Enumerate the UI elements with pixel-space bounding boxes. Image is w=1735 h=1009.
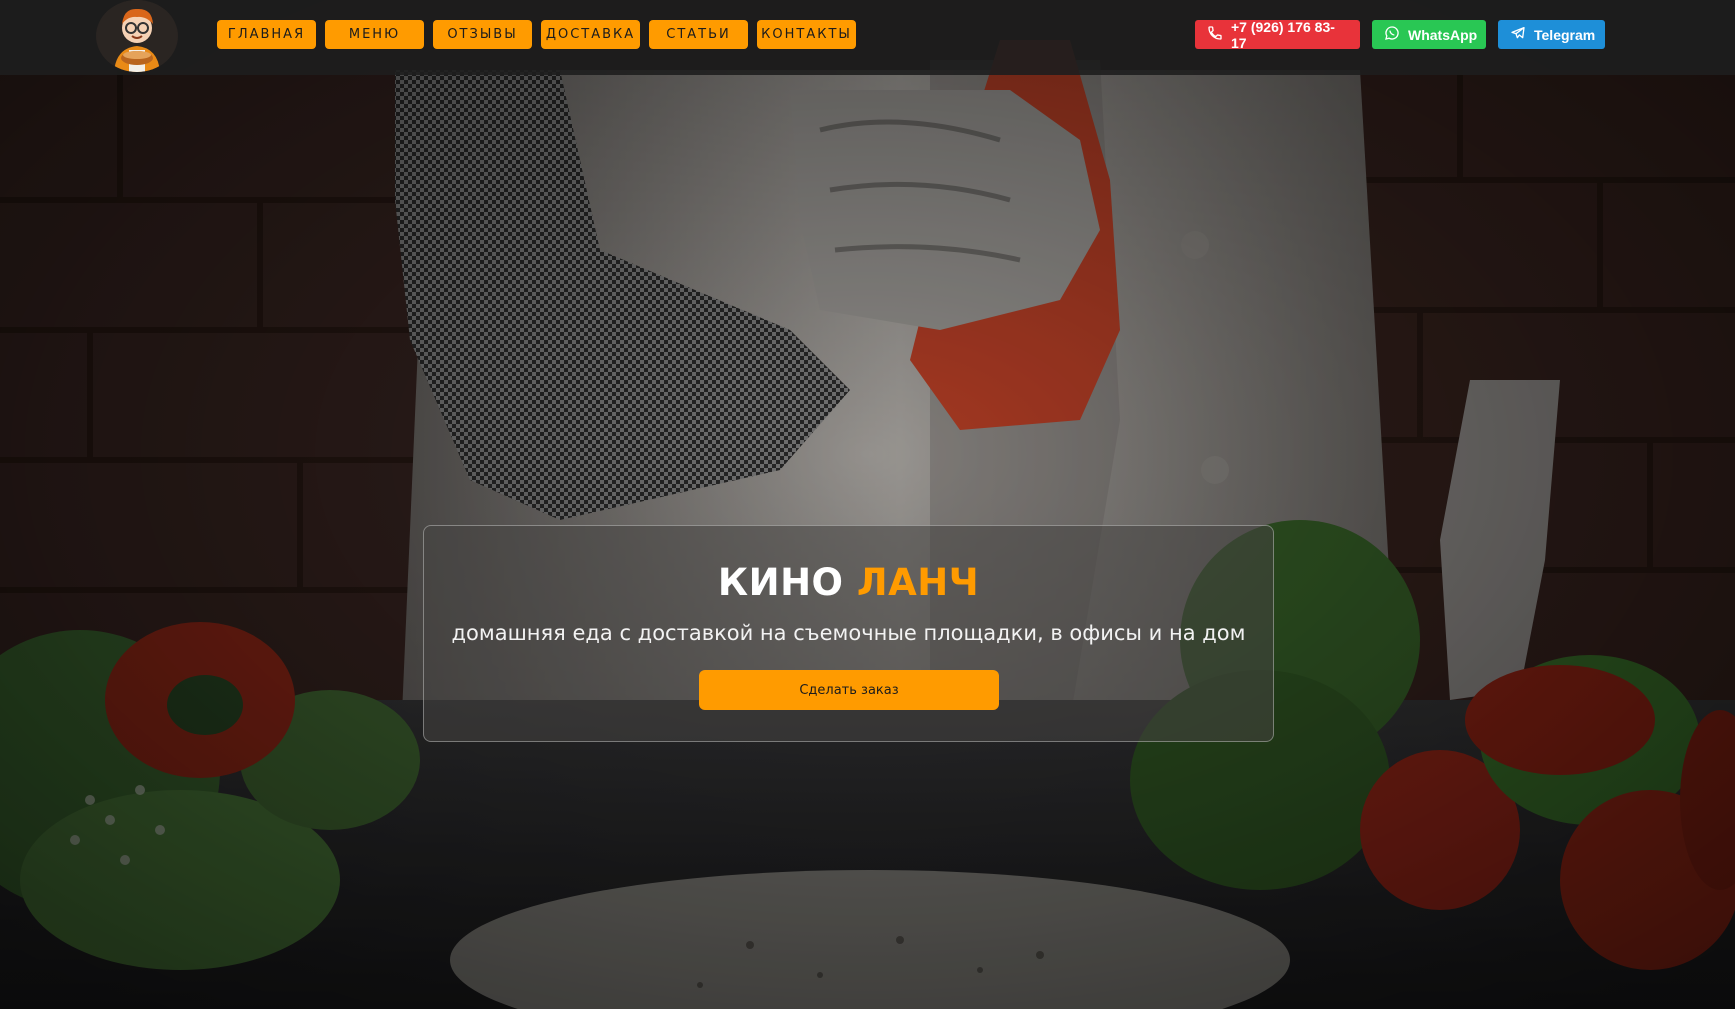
main-navigation: ГЛАВНАЯ МЕНЮ ОТЗЫВЫ ДОСТАВКА СТАТЬИ КОНТ…	[217, 20, 856, 49]
hero-subtitle: домашняя еда с доставкой на съемочные пл…	[451, 621, 1246, 645]
top-navigation-bar: ГЛАВНАЯ МЕНЮ ОТЗЫВЫ ДОСТАВКА СТАТЬИ КОНТ…	[0, 0, 1735, 75]
hero-title: КИНО ЛАНЧ	[424, 561, 1273, 605]
nav-menu[interactable]: МЕНЮ	[325, 20, 424, 49]
whatsapp-icon	[1384, 25, 1400, 44]
hero-card: КИНО ЛАНЧ домашняя еда с доставкой на съ…	[423, 525, 1274, 742]
nav-contacts[interactable]: КОНТАКТЫ	[757, 20, 856, 49]
whatsapp-label: WhatsApp	[1408, 26, 1478, 43]
hero-title-part1: КИНО	[717, 561, 844, 604]
phone-button[interactable]: +7 (926) 176 83-17	[1195, 18, 1360, 51]
phone-number: +7 (926) 176 83-17	[1231, 18, 1335, 51]
nav-home[interactable]: ГЛАВНАЯ	[217, 20, 316, 49]
contact-buttons: +7 (926) 176 83-17 WhatsApp Telegram	[1195, 18, 1605, 51]
nav-articles[interactable]: СТАТЬИ	[649, 20, 748, 49]
hero-background-image	[0, 0, 1735, 1009]
nav-reviews[interactable]: ОТЗЫВЫ	[433, 20, 532, 49]
telegram-label: Telegram	[1534, 26, 1596, 43]
telegram-icon	[1510, 25, 1526, 44]
hero-background	[0, 0, 1735, 1009]
hero-title-part2: ЛАНЧ	[856, 561, 980, 604]
logo-icon	[97, 0, 177, 72]
whatsapp-button[interactable]: WhatsApp	[1372, 20, 1486, 49]
phone-icon	[1207, 25, 1223, 44]
telegram-button[interactable]: Telegram	[1498, 20, 1605, 49]
chef-mascot-logo[interactable]	[96, 0, 178, 72]
order-button[interactable]: Сделать заказ	[699, 670, 999, 710]
nav-delivery[interactable]: ДОСТАВКА	[541, 20, 640, 49]
